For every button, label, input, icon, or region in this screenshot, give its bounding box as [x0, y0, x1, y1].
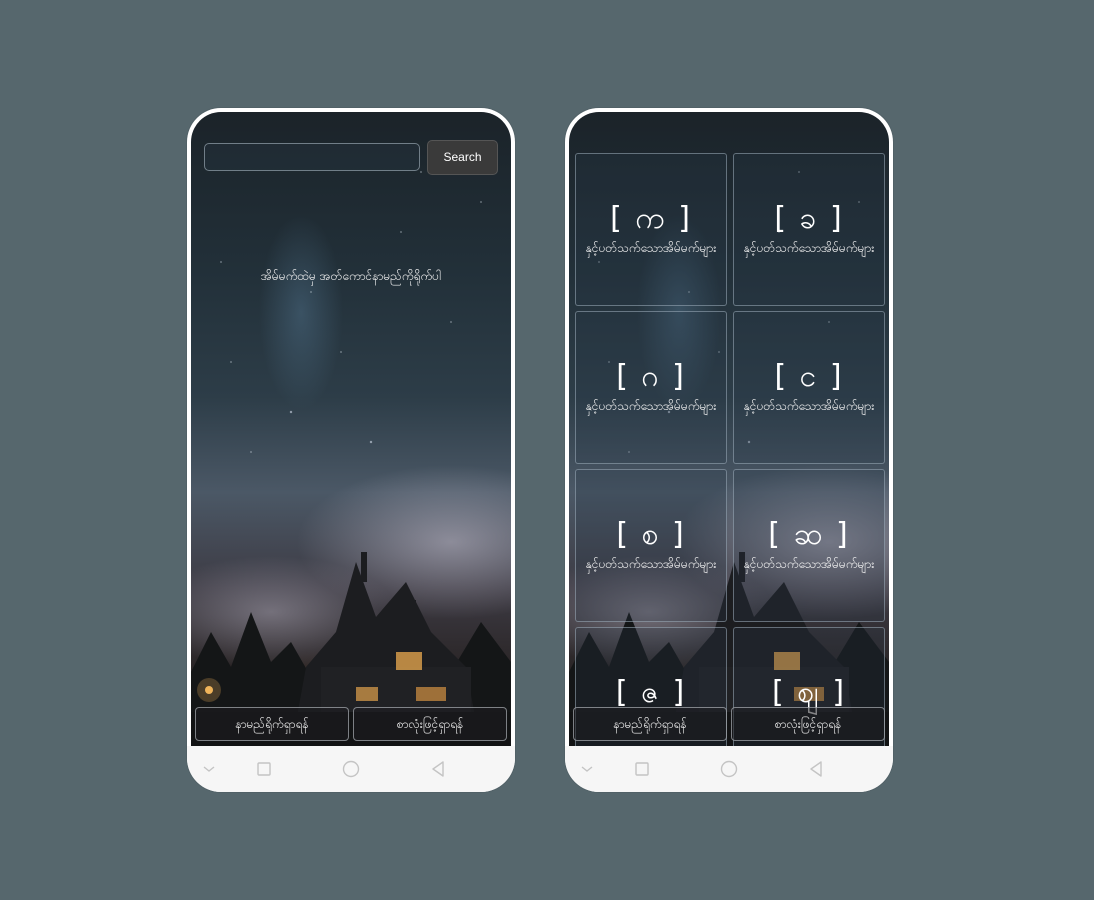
phone-left: Search အိမ်မက်ထဲမှ အတ်ကောင်နာမည်ကိုရိုက်…	[187, 108, 515, 792]
square-recents-icon[interactable]	[254, 759, 274, 779]
card-letter: [ ခ ]	[774, 201, 844, 236]
haunted-house-illustration	[191, 552, 511, 746]
letter-card-kha[interactable]: [ ခ ] နှင့်ပတ်သက်သောအိမ်မက်များ	[733, 153, 885, 306]
search-screen: Search အိမ်မက်ထဲမှ အတ်ကောင်နာမည်ကိုရိုက်…	[191, 112, 511, 746]
letter-card-ka[interactable]: [ က ] နှင့်ပတ်သက်သောအိမ်မက်များ	[575, 153, 727, 306]
card-letter: [ စ ]	[616, 517, 686, 552]
search-by-letter-button[interactable]: စာလုံးဖြင့်ရှာရန်	[353, 707, 507, 741]
card-description: နှင့်ပတ်သက်သောအိမ်မက်များ	[585, 399, 717, 413]
card-letter: [ ဆ ]	[768, 517, 850, 552]
card-description: နှင့်ပတ်သက်သောအိမ်မက်များ	[743, 241, 875, 255]
triangle-back-icon[interactable]	[806, 759, 826, 779]
search-by-letter-button[interactable]: စာလုံးဖြင့်ရှာရန်	[731, 707, 885, 741]
card-description: နှင့်ပတ်သက်သောအိမ်မက်များ	[743, 557, 875, 571]
search-by-name-button[interactable]: နာမည်ရိုက်ရှာရန်	[573, 707, 727, 741]
square-recents-icon[interactable]	[632, 759, 652, 779]
card-description: နှင့်ပတ်သက်သောအိမ်မက်များ	[585, 241, 717, 255]
letter-card-hsa[interactable]: [ ဆ ] နှင့်ပတ်သက်သောအိမ်မက်များ	[733, 469, 885, 622]
chevron-down-icon[interactable]	[577, 759, 597, 779]
card-letter: [ က ]	[610, 201, 692, 236]
circle-home-icon[interactable]	[719, 759, 739, 779]
triangle-back-icon[interactable]	[428, 759, 448, 779]
search-prompt-text: အိမ်မက်ထဲမှ အတ်ကောင်နာမည်ကိုရိုက်ပါ	[260, 269, 442, 283]
letter-card-nga[interactable]: [ င ] နှင့်ပတ်သက်သောအိမ်မက်များ	[733, 311, 885, 464]
search-button[interactable]: Search	[427, 140, 498, 175]
search-by-name-button[interactable]: နာမည်ရိုက်ရှာရန်	[195, 707, 349, 741]
circle-home-icon[interactable]	[341, 759, 361, 779]
system-nav-bar	[187, 746, 515, 792]
system-nav-bar	[565, 746, 893, 792]
letter-grid-screen: [ က ] နှင့်ပတ်သက်သောအိမ်မက်များ [ ခ ] နှ…	[569, 112, 889, 746]
chevron-down-icon[interactable]	[199, 759, 219, 779]
card-letter: [ င ]	[774, 359, 844, 394]
letter-card-ga[interactable]: [ ဂ ] နှင့်ပတ်သက်သောအိမ်မက်များ	[575, 311, 727, 464]
letter-card-sa[interactable]: [ စ ] နှင့်ပတ်သက်သောအိမ်မက်များ	[575, 469, 727, 622]
card-description: နှင့်ပတ်သက်သောအိမ်မက်များ	[743, 399, 875, 413]
card-letter: [ ဂ ]	[616, 359, 686, 394]
search-input[interactable]	[204, 143, 420, 171]
phone-right: [ က ] နှင့်ပတ်သက်သောအိမ်မက်များ [ ခ ] နှ…	[565, 108, 893, 792]
card-description: နှင့်ပတ်သက်သောအိမ်မက်များ	[585, 557, 717, 571]
